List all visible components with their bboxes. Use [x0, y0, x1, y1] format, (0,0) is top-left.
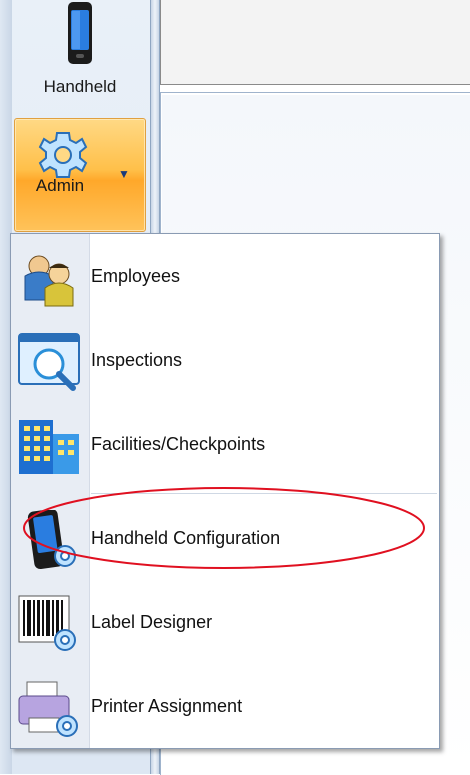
- handheld-label: Handheld: [43, 77, 117, 96]
- admin-button[interactable]: ▼ Admin: [14, 118, 146, 232]
- chevron-down-icon[interactable]: ▼: [118, 167, 130, 181]
- menu-item-facilities[interactable]: Facilities/Checkpoints: [11, 402, 439, 486]
- handheld-config-icon: [17, 508, 83, 570]
- menu-item-label: Handheld Configuration: [91, 528, 281, 548]
- employees-icon: [17, 248, 83, 308]
- menu-item-label-designer[interactable]: Label Designer: [11, 580, 439, 664]
- admin-label: Admin: [35, 176, 85, 195]
- menu-item-label: Inspections: [91, 350, 183, 370]
- menu-item-printer-assignment[interactable]: Printer Assignment: [11, 664, 439, 748]
- menu-divider: [91, 493, 437, 494]
- handheld-button[interactable]: Handheld: [14, 0, 146, 112]
- admin-dropdown-menu: Employees Inspections Facilities/Checkpo…: [10, 233, 440, 749]
- menu-item-inspections[interactable]: Inspections: [11, 318, 439, 402]
- top-panel: [160, 0, 470, 85]
- menu-item-label: Printer Assignment: [91, 696, 243, 716]
- menu-item-handheld-configuration[interactable]: Handheld Configuration: [11, 496, 439, 580]
- label-designer-icon: [17, 594, 83, 654]
- facilities-icon: [17, 416, 83, 476]
- menu-item-label: Employees: [91, 266, 181, 286]
- inspections-icon: [17, 332, 83, 392]
- printer-assignment-icon: [17, 678, 83, 738]
- mobile-phone-icon: [65, 2, 95, 71]
- menu-item-label: Label Designer: [91, 612, 213, 632]
- menu-item-employees[interactable]: Employees: [11, 234, 439, 318]
- menu-item-label: Facilities/Checkpoints: [91, 434, 266, 454]
